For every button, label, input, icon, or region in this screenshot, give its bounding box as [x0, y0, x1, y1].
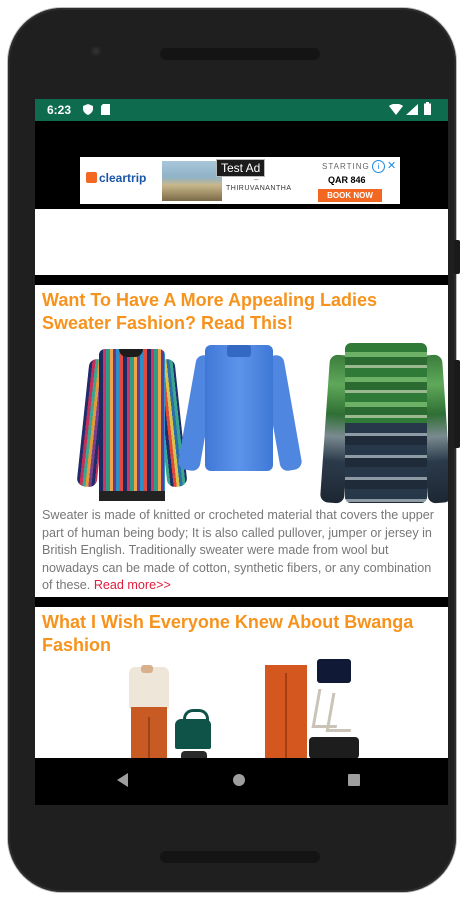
volume-button — [454, 360, 460, 448]
read-more-link[interactable]: Read more>> — [94, 578, 171, 592]
article-title[interactable]: What I Wish Everyone Knew About Bwanga F… — [42, 611, 442, 657]
battery-icon — [424, 102, 431, 118]
outfit-image — [123, 665, 213, 767]
ad-destination-image — [162, 161, 222, 201]
ad-close-icon[interactable]: ✕ — [387, 159, 396, 172]
earpiece-speaker — [160, 48, 320, 60]
article-title[interactable]: Want To Have A More Appealing Ladies Swe… — [42, 289, 442, 335]
home-icon[interactable] — [233, 774, 245, 786]
ad-route-to: THIRUVANANTHA — [226, 185, 292, 192]
cleartrip-logo-icon — [86, 172, 97, 183]
article-card[interactable]: What I Wish Everyone Knew About Bwanga F… — [35, 607, 448, 772]
ad-book-now-button[interactable]: BOOK NOW — [318, 189, 382, 202]
blue-sweater-image — [177, 345, 303, 473]
status-bar: 6:23 — [35, 99, 448, 121]
test-ad-label: Test Ad — [216, 159, 266, 177]
wifi-icon — [389, 103, 403, 118]
ad-brand-logo: cleartrip — [86, 171, 146, 185]
power-button — [454, 240, 460, 274]
navigation-bar — [35, 758, 448, 805]
adchoices-icon[interactable]: i — [372, 160, 385, 173]
ad-price: QAR 846 — [328, 175, 366, 185]
ad-brand-text: cleartrip — [99, 171, 147, 185]
phone-frame: 6:23 cleartrip ... – THIRU — [8, 8, 460, 892]
back-icon[interactable] — [117, 773, 128, 787]
bottom-speaker — [160, 851, 320, 863]
front-camera — [91, 46, 101, 56]
status-time: 6:23 — [47, 103, 72, 117]
striped-sweater-image — [76, 349, 188, 501]
recents-icon[interactable] — [348, 774, 360, 786]
outfit-image — [263, 659, 359, 769]
shield-icon — [83, 104, 93, 118]
signal-icon — [406, 104, 418, 118]
sd-card-icon — [101, 104, 110, 118]
green-striped-sweater-image — [319, 343, 448, 504]
device-screen: 6:23 cleartrip ... – THIRU — [35, 99, 448, 805]
empty-content-strip — [35, 209, 448, 275]
article-card[interactable]: Want To Have A More Appealing Ladies Swe… — [35, 285, 448, 597]
ad-starting-label: STARTING — [322, 162, 370, 171]
ad-banner[interactable]: cleartrip ... – THIRUVANANTHA Test Ad ST… — [80, 157, 400, 204]
article-excerpt: Sweater is made of knitted or crocheted … — [42, 507, 444, 595]
